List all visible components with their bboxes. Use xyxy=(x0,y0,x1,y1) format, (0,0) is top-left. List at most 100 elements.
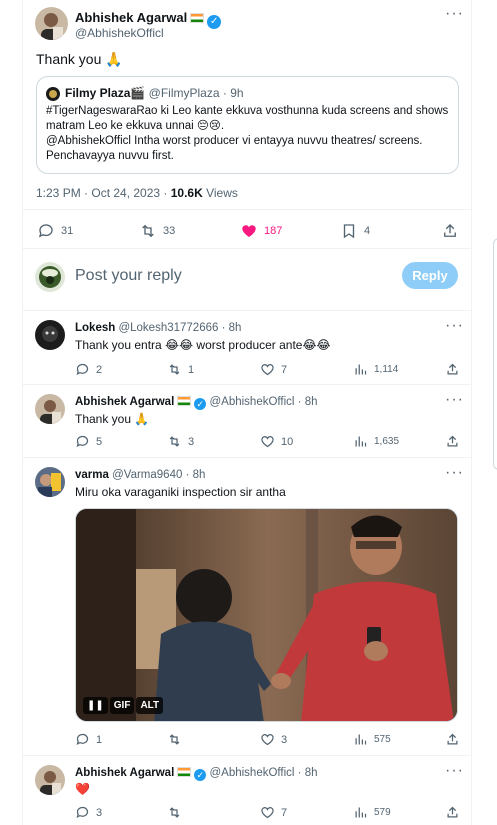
retweet-count: 33 xyxy=(163,225,176,237)
like-button[interactable]: 10 xyxy=(260,434,293,449)
reply-button[interactable]: 5 xyxy=(75,434,102,449)
like-count: 187 xyxy=(264,225,283,237)
reply-author-handle[interactable]: @Lokesh31772666 xyxy=(118,322,218,334)
retweet-button[interactable]: 33 xyxy=(139,222,175,240)
author-handle[interactable]: @AbhishekOfficl xyxy=(75,26,164,40)
author-avatar[interactable] xyxy=(35,7,68,40)
more-options-icon[interactable]: ··· xyxy=(445,5,464,23)
tweet-timestamp[interactable]: 1:23 PM · Oct 24, 2023 · xyxy=(36,186,171,200)
retweet-count: 3 xyxy=(188,435,195,448)
like-button[interactable]: 7 xyxy=(260,362,287,377)
retweet-button[interactable] xyxy=(167,732,182,747)
views-button[interactable]: 1,114 xyxy=(353,362,398,377)
side-panel-edge xyxy=(493,238,497,470)
reply-button[interactable]: 31 xyxy=(37,222,73,240)
retweet-button[interactable] xyxy=(167,805,182,820)
analytics-icon xyxy=(355,364,367,375)
like-button[interactable]: 187 xyxy=(240,222,282,240)
reply-count: 5 xyxy=(96,435,103,448)
reply-count: 1 xyxy=(96,733,103,746)
share-button[interactable] xyxy=(441,222,459,240)
divider xyxy=(22,457,472,458)
share-button[interactable] xyxy=(445,805,460,820)
pause-button[interactable]: ❚❚ xyxy=(83,697,108,714)
reply-icon xyxy=(76,806,89,819)
retweet-button[interactable]: 3 xyxy=(167,434,194,449)
retweet-icon xyxy=(169,807,180,818)
share-button[interactable] xyxy=(445,732,460,747)
views-count: 579 xyxy=(374,807,391,818)
views-count: 1,114 xyxy=(374,364,399,375)
heart-icon xyxy=(261,807,274,819)
like-count: 10 xyxy=(281,435,294,448)
reply-time[interactable]: · 8h xyxy=(298,396,318,408)
retweet-icon xyxy=(169,364,180,375)
divider xyxy=(22,755,472,756)
views-button[interactable]: 579 xyxy=(353,805,391,820)
reply-author-handle[interactable]: @AbhishekOfficl xyxy=(209,396,294,408)
reply-author-name[interactable]: Abhishek Agarwal xyxy=(75,767,174,779)
quoted-author-handle: @FilmyPlaza xyxy=(148,86,220,100)
retweet-count: 1 xyxy=(188,363,195,376)
bookmark-count: 4 xyxy=(364,225,371,237)
reply-author-name[interactable]: Abhishek Agarwal xyxy=(75,396,174,408)
verified-badge-icon: ✓ xyxy=(207,15,222,29)
retweet-icon xyxy=(169,436,180,447)
views-label: Views xyxy=(202,186,238,200)
reply-button[interactable]: 2 xyxy=(75,362,102,377)
share-icon xyxy=(447,806,458,818)
reply-author-name[interactable]: Lokesh xyxy=(75,322,115,334)
like-button[interactable]: 3 xyxy=(260,732,287,747)
alt-badge[interactable]: ALT xyxy=(136,697,164,714)
reply-count: 31 xyxy=(61,225,74,237)
quoted-text-line: Penchavayya nuvvu first. xyxy=(46,150,174,162)
more-options-icon[interactable]: ··· xyxy=(445,762,464,780)
share-button[interactable] xyxy=(445,362,460,377)
share-button[interactable] xyxy=(445,434,460,449)
retweet-button[interactable]: 1 xyxy=(167,362,194,377)
quoted-text-line: matram Leo ke ekkuva unnai 😔😢. xyxy=(46,120,225,132)
reply-avatar[interactable] xyxy=(35,394,65,424)
views-button[interactable]: 575 xyxy=(353,732,391,747)
author-name[interactable]: Abhishek Agarwal xyxy=(75,10,187,25)
reply-text: Thank you 🙏 xyxy=(75,412,150,426)
reply-avatar[interactable] xyxy=(35,467,65,497)
reply-count: 3 xyxy=(96,806,103,819)
divider xyxy=(22,384,472,385)
bookmark-icon xyxy=(343,224,355,239)
quoted-text-line: @AbhishekOfficl Intha worst producer vi … xyxy=(46,135,423,147)
divider xyxy=(22,248,472,249)
reply-avatar[interactable] xyxy=(35,320,65,350)
views-count: 10.6K xyxy=(170,186,203,200)
reply-count: 2 xyxy=(96,363,103,376)
reply-author-name[interactable]: varma xyxy=(75,469,109,481)
reply-time[interactable]: · 8h xyxy=(222,322,242,334)
post-reply-button[interactable]: Reply xyxy=(402,262,458,289)
more-options-icon[interactable]: ··· xyxy=(445,464,464,482)
more-options-icon[interactable]: ··· xyxy=(445,391,464,409)
reply-icon xyxy=(76,435,89,448)
reply-button[interactable]: 1 xyxy=(75,732,102,747)
reply-author-handle[interactable]: @AbhishekOfficl xyxy=(209,767,294,779)
like-button[interactable]: 7 xyxy=(260,805,287,820)
quoted-tweet[interactable]: Filmy Plaza🎬 @FilmyPlaza · 9h #TigerNage… xyxy=(36,76,459,174)
reply-author-handle[interactable]: @Varma9640 xyxy=(112,469,182,481)
reply-time[interactable]: · 8h xyxy=(186,469,206,481)
user-avatar[interactable] xyxy=(35,262,65,292)
quoted-author-name: Filmy Plaza🎬 xyxy=(65,86,146,100)
reply-input[interactable]: Post your reply xyxy=(75,267,182,285)
gif-media[interactable]: ❚❚ GIF ALT xyxy=(75,508,458,722)
reply-button[interactable]: 3 xyxy=(75,805,102,820)
reply-avatar[interactable] xyxy=(35,765,65,795)
analytics-icon xyxy=(355,807,367,818)
more-options-icon[interactable]: ··· xyxy=(445,317,464,335)
reply-time[interactable]: · 8h xyxy=(298,767,318,779)
gif-badge: GIF xyxy=(109,697,135,714)
divider xyxy=(22,310,472,311)
views-button[interactable]: 1,635 xyxy=(353,434,399,449)
india-flag-icon xyxy=(177,396,192,406)
india-flag-icon xyxy=(190,13,205,23)
share-icon xyxy=(447,733,458,745)
like-count: 7 xyxy=(281,806,288,819)
bookmark-button[interactable]: 4 xyxy=(340,222,370,240)
